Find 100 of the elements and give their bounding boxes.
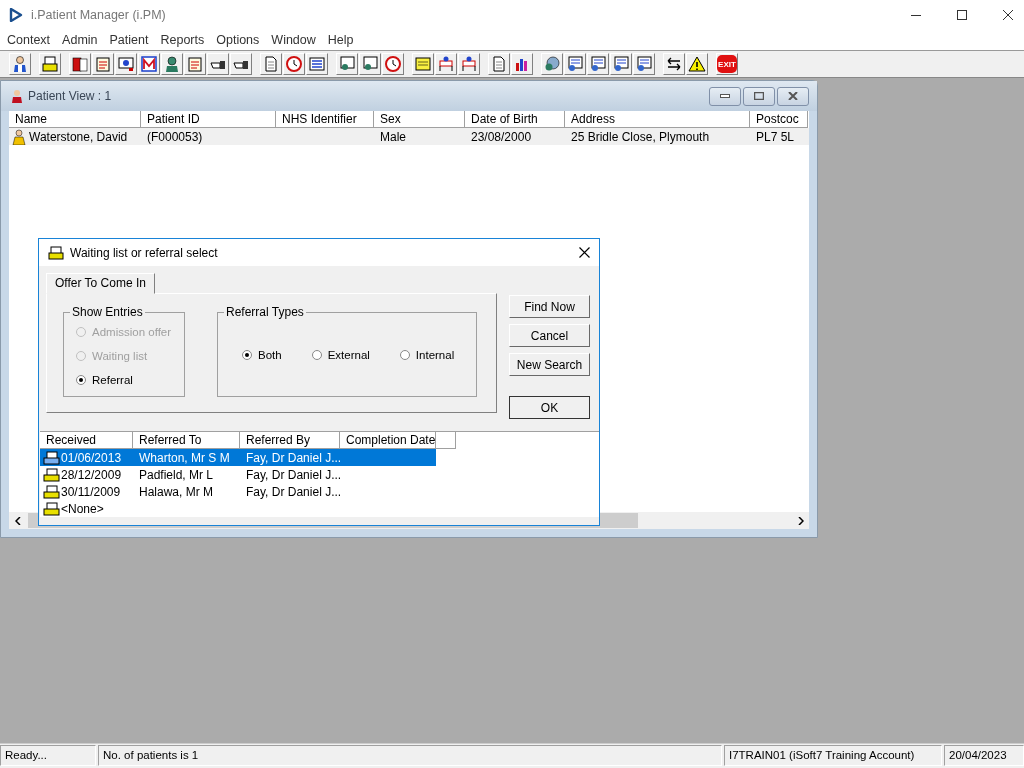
radio-option[interactable]: Both [242,348,282,361]
column-header[interactable]: Postcoc [750,111,808,128]
list-icon [308,55,326,73]
swap-arrows-icon [665,55,683,73]
toolbar-button[interactable] [115,53,137,75]
table-cell: <None> [61,501,104,516]
book-icon [71,55,89,73]
menu-item[interactable]: Options [210,32,266,48]
toolbar-button[interactable] [686,53,708,75]
table-cell: 30/11/2009 [61,484,121,499]
table-cell: Fay, Dr Daniel J... [246,484,342,499]
column-header[interactable]: Sex [374,111,465,128]
table-cell: Male [380,129,406,144]
minimize-icon [720,94,730,98]
document-icon [490,55,508,73]
table-cell: 25 Bridle Close, Plymouth [571,129,710,144]
restore-button[interactable] [743,86,775,106]
warning-icon [688,55,706,73]
column-header[interactable]: Completion Date [340,432,436,449]
clock-icon [384,55,402,73]
disc-icon [543,55,561,73]
toolbar-button[interactable] [435,53,457,75]
person-icon [10,89,24,103]
group-label: Show Entries [70,306,145,319]
table-cell: Halawa, Mr M [139,484,213,499]
dialog-button[interactable]: Find Now [509,295,590,318]
menu-item[interactable]: Context [1,32,57,48]
play-logo-icon [9,8,23,22]
toolbar-button[interactable] [511,53,533,75]
notepad-icon [94,55,112,73]
form-icon [612,55,630,73]
toolbar-button[interactable] [663,53,685,75]
form-icon [635,55,653,73]
tab[interactable]: Offer To Come In [46,273,155,294]
menu-item[interactable]: Reports [154,32,211,48]
menu-item[interactable]: Admin [56,32,104,48]
list-row[interactable]: 30/11/2009 Halawa, Mr M Fay, Dr Daniel J... [40,483,436,500]
notepad-icon [186,55,204,73]
column-header[interactable]: Date of Birth [465,111,565,128]
list-row[interactable]: 01/06/2013 Wharton, Mr S M Fay, Dr Daniel J... [40,449,436,466]
close-button[interactable] [777,86,809,106]
table-cell: 28/12/2009 [61,467,122,482]
table-cell: Waterstone, David [29,129,128,144]
monitor-icon [338,55,356,73]
printer-icon [43,467,60,482]
table-cell: 01/06/2013 [61,450,122,465]
toolbar-button[interactable] [39,53,61,75]
column-header[interactable]: Patient ID [141,111,276,128]
radio-option[interactable]: External [311,348,370,361]
dialog-title: Waiting list or referral select [70,245,218,260]
window-title: Patient View : 1 [28,89,112,103]
screen-icon [117,55,135,73]
zigzag-icon [140,55,158,73]
dialog-button[interactable]: New Search [509,353,590,376]
maximize-icon[interactable] [956,9,968,21]
table-cell: Fay, Dr Daniel J... [246,467,342,482]
printer-icon [48,245,64,260]
bed-icon [437,55,455,73]
table-cell: PL7 5L [756,129,795,144]
window-title: i.Patient Manager (i.PM) [31,8,166,22]
menu-item[interactable]: Window [265,32,322,48]
clock-icon [285,55,303,73]
note-icon [414,55,432,73]
document-icon [262,55,280,73]
close-icon[interactable] [579,247,590,258]
list-row[interactable]: 28/12/2009 Padfield, Mr L Fay, Dr Daniel J... [40,466,436,483]
form-icon [566,55,584,73]
printer-icon [43,484,60,499]
status-panel: No. of patients is 1 [98,745,722,766]
close-icon[interactable] [1002,9,1014,21]
column-header[interactable]: Referred By [240,432,340,449]
status-panel: 20/04/2023 [944,745,1024,766]
radio-option[interactable]: Internal [399,348,455,361]
toolbar-button[interactable] [69,53,91,75]
bed-icon [460,55,478,73]
minimize-button[interactable] [709,86,741,106]
column-header[interactable]: Referred To [133,432,240,449]
column-header[interactable]: Received [40,432,133,449]
toolbar-button[interactable] [9,53,31,75]
close-icon [788,92,798,100]
radio-option[interactable]: Referral [76,373,184,386]
form-icon [589,55,607,73]
toolbar-button[interactable] [458,53,480,75]
column-header[interactable]: Address [565,111,750,128]
dialog-button[interactable]: OK [509,396,590,419]
table-cell: Wharton, Mr S M [139,450,230,465]
column-header[interactable]: NHS Identifier [276,111,374,128]
list-row[interactable]: <None> [40,500,436,517]
toolbar-button[interactable]: EXIT [716,53,738,75]
status-panel: I7TRAIN01 (iSoft7 Training Account) [724,745,942,766]
table-cell: Fay, Dr Daniel J... [246,450,342,465]
table-cell: (F000053) [147,129,203,144]
menu-item[interactable]: Help [321,32,360,48]
group-label: Referral Types [224,306,306,319]
dialog-button[interactable]: Cancel [509,324,590,347]
column-header[interactable]: Name [9,111,141,128]
status-panel: Ready... [0,745,96,766]
menu-item[interactable]: Patient [103,32,155,48]
table-cell: 23/08/2000 [471,129,532,144]
person-icon [11,55,29,73]
